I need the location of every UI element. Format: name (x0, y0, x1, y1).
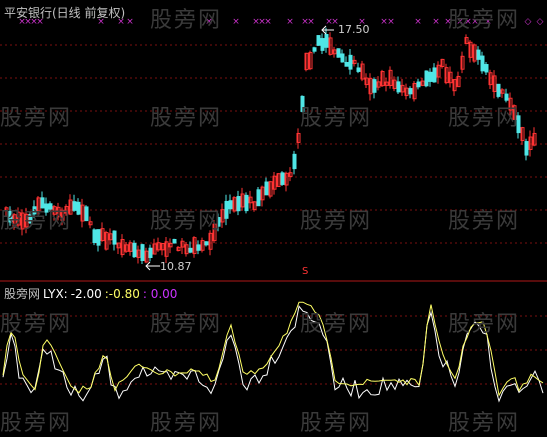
candle-body (196, 244, 201, 251)
candle-body (96, 229, 101, 246)
watermark: 股旁网 (448, 209, 521, 234)
signal-marker: × (232, 17, 240, 27)
watermark: 股旁网 (300, 106, 373, 131)
signal-marker: × (387, 17, 395, 27)
candle-body (244, 194, 249, 212)
candle-body (524, 141, 529, 156)
candle-body (140, 244, 145, 261)
candle-body (228, 200, 233, 210)
candle-body (264, 181, 269, 196)
watermark: 股旁网 (300, 411, 373, 436)
signal-marker: × (414, 17, 422, 27)
candle-body (348, 54, 353, 70)
candle-body (396, 81, 401, 93)
candle-body (72, 201, 77, 211)
candle-body (356, 67, 361, 72)
watermark: 股旁网 (150, 312, 223, 337)
candle-body (172, 238, 177, 244)
signal-marker: ◇ (525, 17, 532, 27)
watermark: 股旁网 (150, 209, 223, 234)
candle-body (484, 64, 489, 73)
watermark: 股旁网 (448, 106, 521, 131)
watermark: 股旁网 (300, 312, 373, 337)
indicator-label: LYX: (43, 287, 68, 301)
signal-marker: × (432, 17, 440, 27)
high-price-label: 17.50 (338, 23, 370, 36)
candle-body (224, 200, 229, 219)
indicator-name: 股旁网 (4, 287, 41, 301)
candle-body (112, 230, 117, 245)
candle-body (480, 55, 485, 72)
candle-body (204, 241, 209, 246)
candle-body (280, 172, 285, 185)
watermark: 股旁网 (150, 8, 223, 33)
watermark: 股旁网 (0, 106, 73, 131)
signal-marker: × (286, 17, 294, 27)
candle-body (408, 88, 413, 95)
candle-body (416, 81, 421, 88)
signal-marker: × (307, 17, 315, 27)
candle-body (92, 229, 97, 244)
candle-body (336, 48, 341, 58)
candle-body (188, 247, 193, 253)
watermark: 股旁网 (0, 312, 73, 337)
signal-marker: × (126, 17, 134, 27)
candle-body (84, 206, 89, 222)
signal-marker: × (264, 17, 272, 27)
candle-body (428, 71, 433, 82)
candle-body (432, 67, 437, 83)
candle-body (132, 242, 137, 258)
watermark: 股旁网 (0, 411, 73, 436)
candle-body (320, 38, 325, 51)
candle-body (344, 61, 349, 67)
candle-body (324, 34, 329, 48)
candle-body (292, 153, 297, 170)
low-price-label: 10.87 (160, 260, 192, 273)
sell-signal-label: S (302, 266, 309, 277)
signal-marker: ◇ (537, 17, 544, 27)
watermark: 股旁网 (0, 209, 73, 234)
candle-body (236, 196, 241, 212)
indicator-value-2: :-0.80 (104, 287, 140, 301)
candle-body (256, 189, 261, 207)
watermark: 股旁网 (150, 106, 223, 131)
watermark: 股旁网 (448, 312, 521, 337)
watermark: 股旁网 (448, 411, 521, 436)
candle-body (476, 49, 481, 60)
indicator-value-3: : 0.00 (142, 287, 178, 301)
candle-body (372, 79, 377, 93)
watermark: 股旁网 (150, 411, 223, 436)
candle-body (340, 53, 345, 63)
candle-body (424, 70, 429, 87)
indicator-legend: 股旁网 LYX: -2.00:-0.80: 0.00 (4, 285, 180, 302)
chart-title: 平安银行(日线 前复权) (4, 6, 126, 20)
indicator-value-1: -2.00 (70, 287, 102, 301)
watermark: 股旁网 (448, 8, 521, 33)
candle-body (316, 35, 321, 46)
watermark: 股旁网 (300, 209, 373, 234)
candle-body (76, 201, 81, 215)
candle-body (496, 83, 501, 97)
candle-body (312, 47, 317, 52)
candle-body (148, 247, 153, 258)
